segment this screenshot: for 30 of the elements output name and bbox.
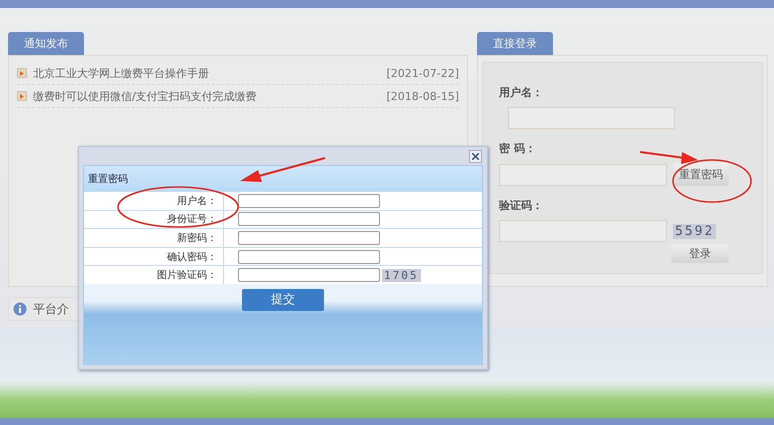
dialog-title: 重置密码 [84,166,482,191]
intro-title: 平台介 [33,300,69,318]
submit-button[interactable]: 提交 [242,288,324,311]
notice-link[interactable]: 北京工业大学网上缴费平台操作手册 [33,66,209,80]
notice-tab[interactable]: 通知发布 [8,32,84,55]
input-field[interactable] [238,212,380,226]
captcha-field[interactable] [499,220,667,242]
captcha-image: 1705 [382,268,420,282]
field-label: 用户名： [499,85,543,101]
field-label: 验证码： [499,198,543,214]
input-field[interactable] [238,250,380,264]
input-field[interactable] [238,230,380,245]
notice-link[interactable]: 缴费时可以使用微信/支付宝扫码支付完成缴费 [33,90,257,102]
notice-date: [2018-08-15] [386,90,459,102]
field-label: 图片验证码： [84,266,224,284]
reset-password-button[interactable]: 重置密码 [673,163,729,186]
input-field[interactable] [238,268,380,282]
notice-date: [2021-07-22] [386,66,459,80]
annotation-arrow [640,151,698,164]
bullet-icon [17,91,27,101]
login-tab[interactable]: 直接登录 [477,32,553,55]
captcha-image: 5592 [673,224,716,238]
info-icon [13,302,27,316]
input-field[interactable] [238,194,380,208]
bullet-icon [17,68,27,78]
login-button[interactable]: 登录 [671,244,729,263]
close-icon[interactable] [469,150,482,163]
username-field[interactable] [508,107,675,129]
password-field[interactable] [499,164,667,186]
field-label: 密 码： [499,141,536,157]
